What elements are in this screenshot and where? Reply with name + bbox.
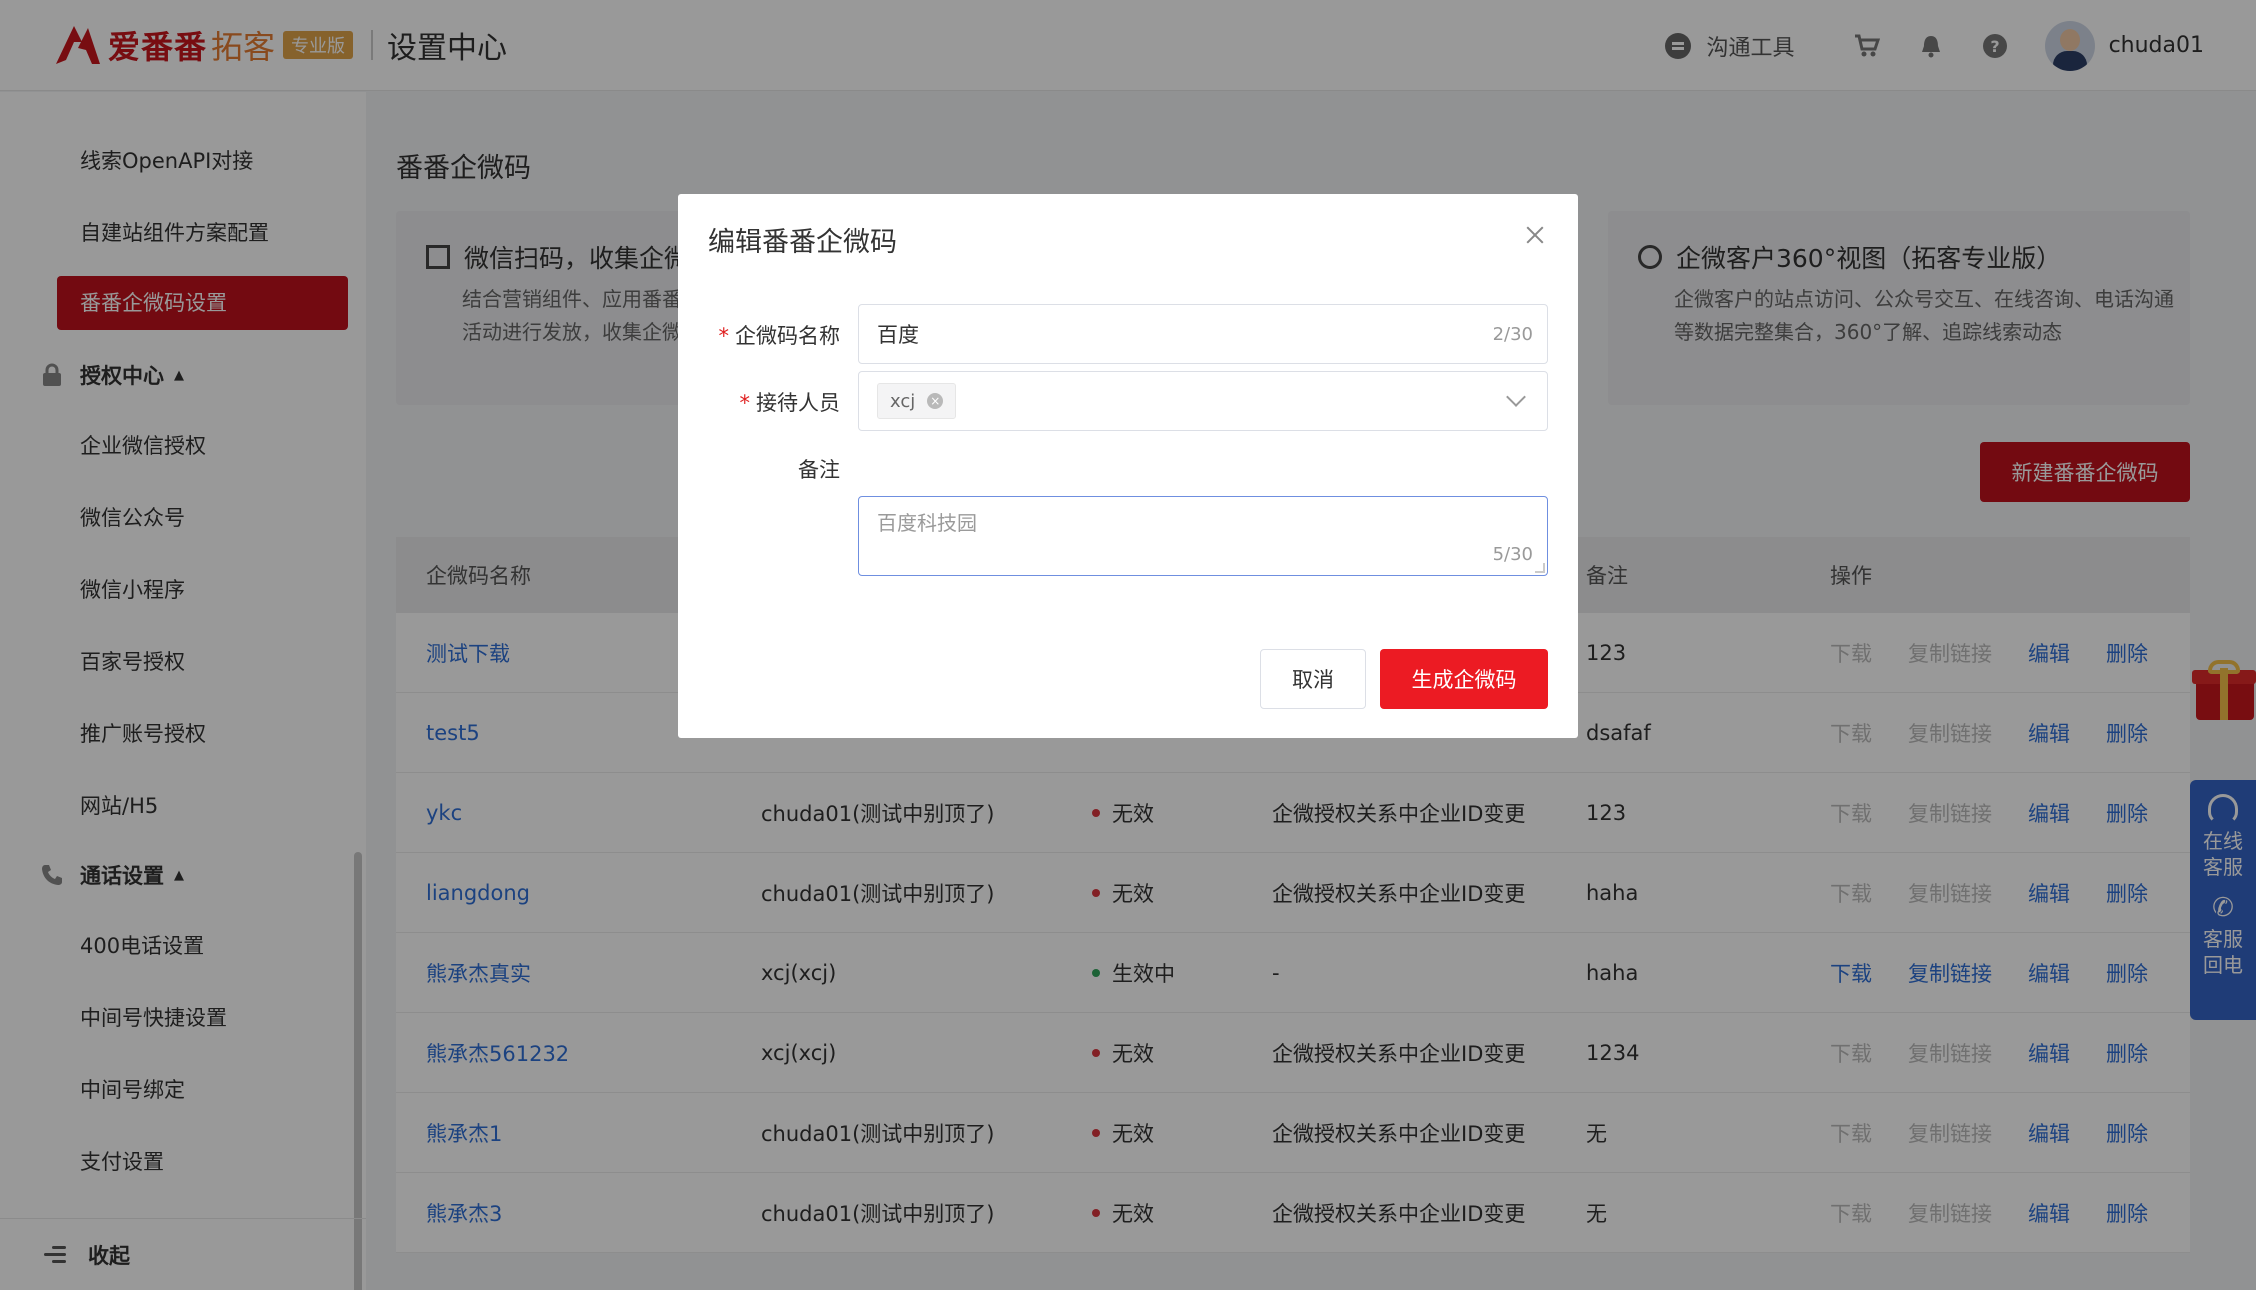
- close-icon[interactable]: [1522, 222, 1548, 248]
- staff-tag: xcj ×: [877, 383, 957, 419]
- field-staff-label: * 接待人员: [740, 387, 841, 417]
- tag-remove-icon[interactable]: ×: [927, 393, 944, 409]
- field-name-label: * 企微码名称: [719, 320, 841, 350]
- staff-tag-label: xcj: [890, 390, 916, 412]
- field-remark-label: 备注: [798, 458, 840, 482]
- staff-select[interactable]: xcj ×: [858, 371, 1548, 431]
- qrcode-name-input[interactable]: 百度 2/30: [858, 304, 1548, 364]
- qrcode-name-count: 2/30: [1492, 323, 1533, 345]
- chevron-down-icon[interactable]: [1506, 387, 1526, 407]
- cancel-button[interactable]: 取消: [1260, 649, 1366, 709]
- field-staff-label-text: 接待人员: [756, 391, 840, 415]
- required-mark: *: [739, 391, 751, 415]
- required-mark: *: [718, 324, 730, 348]
- generate-qrcode-button[interactable]: 生成企微码: [1380, 649, 1548, 709]
- remark-value: 百度科技园: [877, 511, 977, 535]
- resize-handle[interactable]: [1535, 563, 1545, 573]
- remark-textarea[interactable]: 百度科技园 5/30: [858, 496, 1548, 576]
- field-name-label-text: 企微码名称: [735, 324, 840, 348]
- remark-count: 5/30: [1492, 544, 1533, 565]
- edit-qrcode-dialog: 编辑番番企微码 * 企微码名称 百度 2/30 * 接待人员 xcj × 备注 百度…: [678, 194, 1578, 738]
- dialog-title: 编辑番番企微码: [708, 227, 897, 258]
- qrcode-name-value: 百度: [877, 323, 919, 347]
